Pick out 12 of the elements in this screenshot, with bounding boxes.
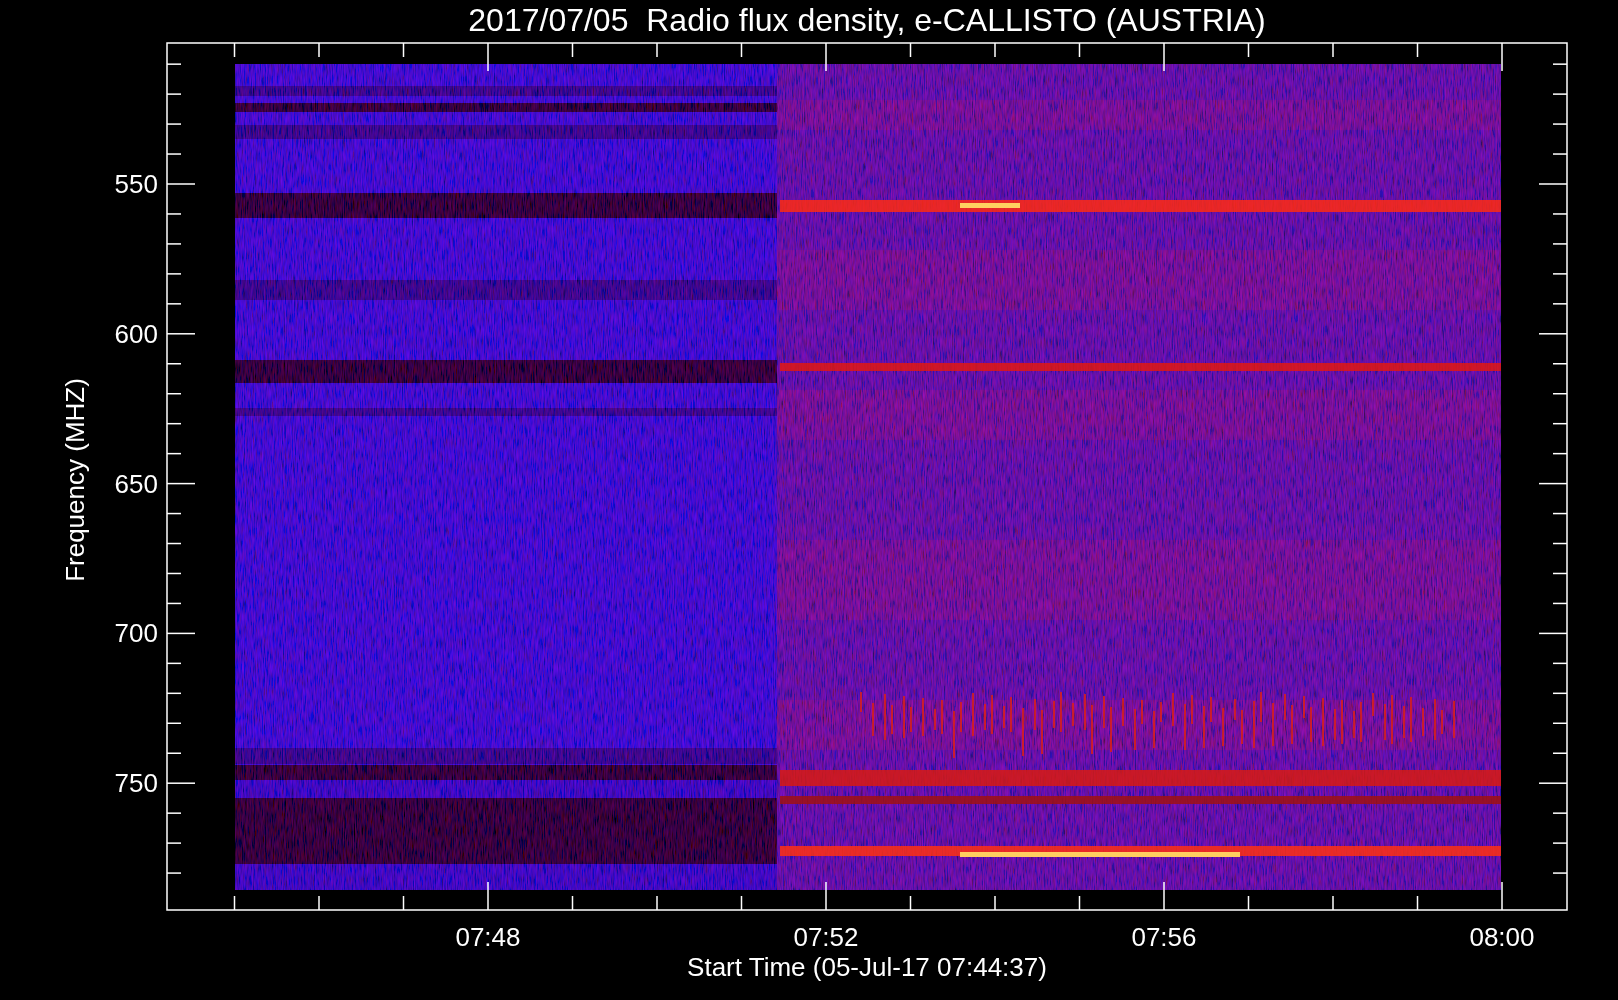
- x-tick-label: 07:48: [455, 922, 521, 952]
- y-tick-label: 600: [114, 318, 158, 349]
- y-tick-label: 550: [114, 169, 158, 199]
- x-axis-label: Start Time (05-Jul-17 07:44:37): [687, 952, 1047, 982]
- x-tick-label: 07:52: [793, 922, 859, 952]
- y-tick-label: 650: [114, 468, 158, 499]
- chart-title: 2017/07/05 Radio flux density, e-CALLISTO (AUSTRIA): [468, 2, 1266, 38]
- y-axis-label: Frequency (MHZ): [60, 378, 90, 582]
- x-tick-label: 08:00: [1469, 922, 1535, 952]
- y-tick-label: 750: [114, 768, 158, 799]
- x-tick-label: 07:56: [1131, 922, 1197, 952]
- y-tick-label: 700: [114, 618, 158, 649]
